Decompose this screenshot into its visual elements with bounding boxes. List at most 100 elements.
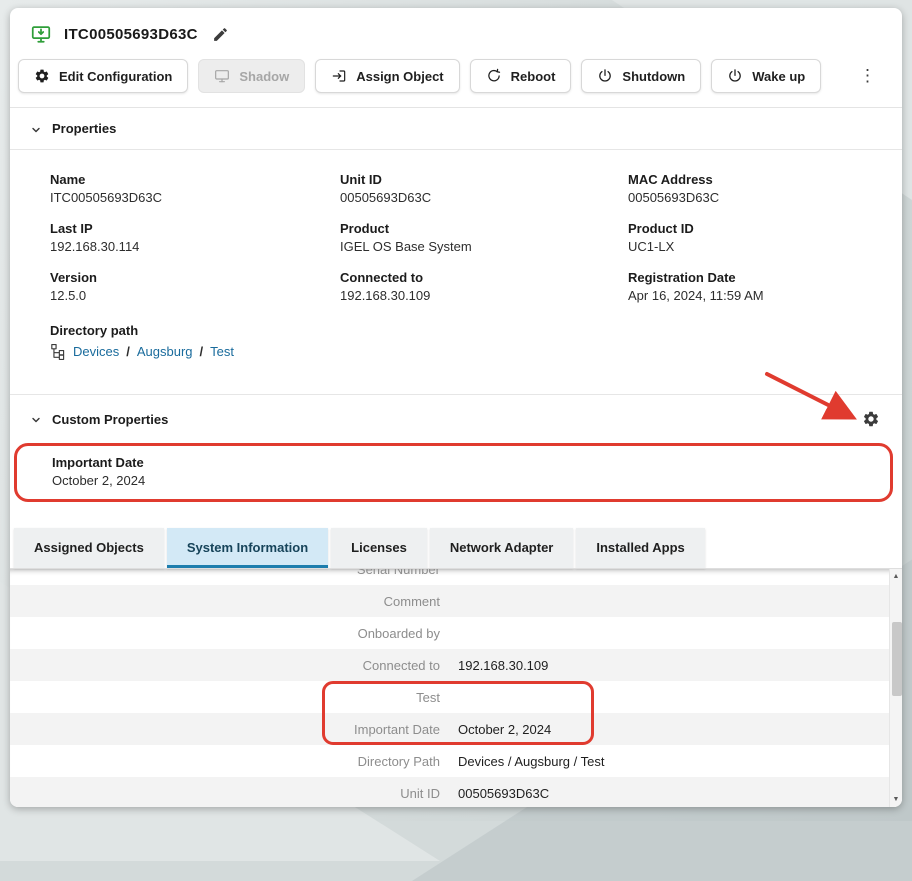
row-label: Directory Path: [10, 754, 440, 769]
gear-icon: [34, 68, 50, 84]
row-label: Comment: [10, 594, 440, 609]
annotation-box-custom-property: Important Date October 2, 2024: [14, 443, 893, 502]
section-title: Properties: [52, 121, 116, 136]
property-field-product: Product IGEL OS Base System: [340, 221, 628, 254]
button-label: Shadow: [239, 69, 289, 84]
custom-property-label: Important Date: [52, 455, 855, 470]
properties-section-header[interactable]: Properties: [10, 108, 902, 150]
row-label: Unit ID: [10, 786, 440, 801]
reboot-icon: [486, 68, 502, 84]
device-detail-panel: ITC00505693D63C Edit Configuration Shado…: [10, 8, 902, 807]
property-label: Unit ID: [340, 172, 628, 187]
property-field-product-id: Product ID UC1-LX: [628, 221, 882, 254]
property-value: 00505693D63C: [340, 190, 628, 205]
system-information-table: Serial Number Comment Onboarded by Conne…: [10, 568, 902, 807]
row-label: Test: [10, 690, 440, 705]
edit-configuration-button[interactable]: Edit Configuration: [18, 59, 188, 93]
button-label: Wake up: [752, 69, 805, 84]
breadcrumb-link-augsburg[interactable]: Augsburg: [137, 344, 193, 359]
property-field-name: Name ITC00505693D63C: [50, 172, 340, 205]
table-row-unit-id: Unit ID 00505693D63C: [10, 777, 902, 807]
property-label: Product ID: [628, 221, 882, 236]
assign-object-button[interactable]: Assign Object: [315, 59, 459, 93]
property-field-unit-id: Unit ID 00505693D63C: [340, 172, 628, 205]
system-information-panel: Serial Number Comment Onboarded by Conne…: [10, 568, 902, 807]
property-value: 192.168.30.109: [340, 288, 628, 303]
power-icon: [727, 68, 743, 84]
table-row-important-date: Important Date October 2, 2024: [10, 713, 902, 745]
scroll-up-arrow[interactable]: ▲: [893, 569, 900, 584]
shutdown-button[interactable]: Shutdown: [581, 59, 701, 93]
property-field-version: Version 12.5.0: [50, 270, 340, 303]
wake-up-button[interactable]: Wake up: [711, 59, 821, 93]
property-value: 00505693D63C: [628, 190, 882, 205]
power-icon: [597, 68, 613, 84]
scrollbar-thumb[interactable]: [892, 622, 902, 696]
scrollbar-track[interactable]: [890, 584, 902, 792]
directory-path-field: Directory path Devices / Augsburg / Test: [10, 305, 902, 394]
breadcrumb: Devices / Augsburg / Test: [50, 343, 882, 360]
table-row-directory-path: Directory Path Devices / Augsburg / Test: [10, 745, 902, 777]
breadcrumb-link-test[interactable]: Test: [210, 344, 234, 359]
property-label: Directory path: [50, 323, 882, 338]
tab-licenses[interactable]: Licenses: [331, 528, 427, 568]
table-row-serial-number: Serial Number: [10, 568, 902, 585]
reboot-button[interactable]: Reboot: [470, 59, 572, 93]
property-value: Apr 16, 2024, 11:59 AM: [628, 288, 882, 303]
property-label: Version: [50, 270, 340, 285]
monitor-icon: [214, 68, 230, 84]
custom-property-value: October 2, 2024: [52, 473, 855, 488]
properties-grid: Name ITC00505693D63C Unit ID 00505693D63…: [10, 150, 902, 305]
property-value: UC1-LX: [628, 239, 882, 254]
chevron-down-icon: [30, 123, 42, 135]
row-value: 192.168.30.109: [458, 658, 548, 673]
property-label: Name: [50, 172, 340, 187]
row-label: Important Date: [10, 722, 440, 737]
more-actions-button[interactable]: ⋮: [851, 62, 884, 90]
section-title: Custom Properties: [52, 412, 168, 427]
properties-section: Properties Name ITC00505693D63C Unit ID …: [10, 108, 902, 394]
custom-properties-section: Custom Properties Important Date October…: [10, 394, 902, 514]
property-value: IGEL OS Base System: [340, 239, 628, 254]
device-icon: [30, 23, 52, 45]
row-label: Serial Number: [10, 568, 440, 577]
chevron-down-icon: [30, 413, 42, 425]
property-value: 192.168.30.114: [50, 239, 340, 254]
property-value: 12.5.0: [50, 288, 340, 303]
scroll-down-arrow[interactable]: ▼: [893, 792, 900, 807]
pencil-icon: [212, 26, 229, 43]
row-value: Devices / Augsburg / Test: [458, 754, 604, 769]
button-label: Assign Object: [356, 69, 443, 84]
rename-device-button[interactable]: [210, 24, 231, 45]
shadow-button[interactable]: Shadow: [198, 59, 305, 93]
table-row-connected-to: Connected to 192.168.30.109: [10, 649, 902, 681]
property-label: Connected to: [340, 270, 628, 285]
button-label: Reboot: [511, 69, 556, 84]
breadcrumb-separator: /: [126, 344, 130, 359]
tab-bar: Assigned Objects System Information Lice…: [10, 514, 902, 568]
row-value: 00505693D63C: [458, 786, 549, 801]
tab-system-information[interactable]: System Information: [167, 528, 328, 568]
row-value: October 2, 2024: [458, 722, 551, 737]
table-row-onboarded-by: Onboarded by: [10, 617, 902, 649]
custom-properties-section-header[interactable]: Custom Properties: [10, 395, 902, 443]
table-row-test: Test: [10, 681, 902, 713]
table-row-comment: Comment: [10, 585, 902, 617]
tab-network-adapter[interactable]: Network Adapter: [430, 528, 574, 568]
button-label: Shutdown: [622, 69, 685, 84]
scrollbar[interactable]: ▲ ▼: [889, 569, 902, 807]
assign-icon: [331, 68, 347, 84]
property-label: Product: [340, 221, 628, 236]
tab-installed-apps[interactable]: Installed Apps: [576, 528, 704, 568]
custom-properties-settings-button[interactable]: [860, 408, 882, 430]
property-field-connected-to: Connected to 192.168.30.109: [340, 270, 628, 303]
breadcrumb-link-devices[interactable]: Devices: [73, 344, 119, 359]
property-label: Last IP: [50, 221, 340, 236]
property-field-mac-address: MAC Address 00505693D63C: [628, 172, 882, 205]
gear-icon: [862, 410, 880, 428]
property-field-last-ip: Last IP 192.168.30.114: [50, 221, 340, 254]
tab-assigned-objects[interactable]: Assigned Objects: [14, 528, 164, 568]
property-value: ITC00505693D63C: [50, 190, 340, 205]
property-field-registration-date: Registration Date Apr 16, 2024, 11:59 AM: [628, 270, 882, 303]
toolbar: Edit Configuration Shadow Assign Object …: [10, 52, 902, 107]
